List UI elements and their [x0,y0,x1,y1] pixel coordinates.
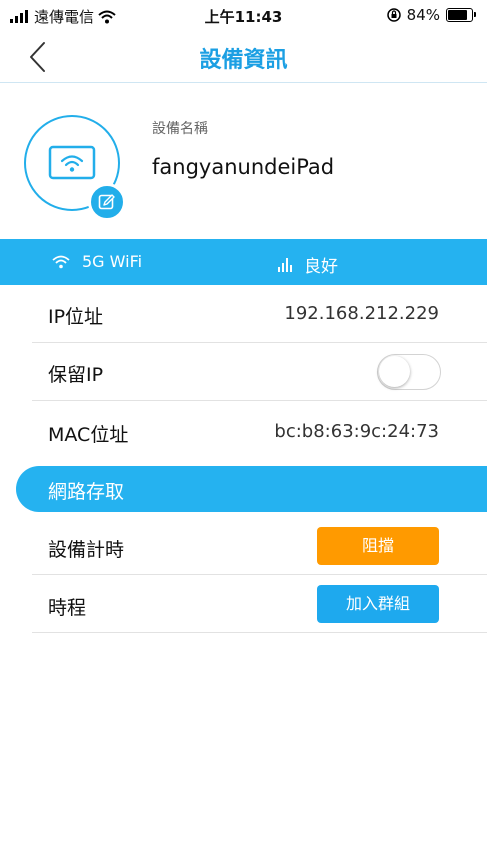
network-access-title: 網路存取 [48,481,125,503]
block-button[interactable]: 阻擋 [317,527,439,565]
ip-label: IP位址 [48,306,104,328]
mac-row: MAC位址 bc:b8:63:9c:24:73 [32,401,487,466]
device-timer-label: 設備計時 [48,539,125,561]
wifi-icon [52,255,70,268]
network-access-header: 網路存取 [16,466,487,512]
battery-fill [448,10,468,20]
signal-quality: 良好 [278,252,338,277]
schedule-row: 時程 加入群組 [32,575,487,633]
tablet-wifi-icon [48,145,96,180]
battery-icon [446,8,476,22]
ip-value: 192.168.212.229 [284,303,439,324]
mac-value: bc:b8:63:9c:24:73 [274,421,439,442]
signal-strength-icon [278,257,292,272]
join-group-button[interactable]: 加入群組 [317,585,439,623]
wifi-band-label: 5G WiFi [82,252,143,271]
toggle-knob [379,356,410,387]
device-timer-row: 設備計時 阻擋 [32,517,487,575]
status-bar: 遠傳電信 上午11:43 84% [0,0,487,30]
orientation-lock-icon [386,8,401,22]
device-name: fangyanundeiPad [152,155,335,179]
edit-icon [98,194,115,210]
reserve-ip-row: 保留IP [32,343,487,401]
wifi-band: 5G WiFi [52,252,142,271]
status-right: 84% [386,6,476,24]
connection-band: 5G WiFi 良好 [0,239,487,285]
mac-label: MAC位址 [48,424,129,446]
reserve-ip-toggle[interactable] [377,354,441,390]
schedule-label: 時程 [48,597,87,619]
edit-name-button[interactable] [88,183,126,221]
battery-percent: 84% [406,6,440,24]
signal-quality-label: 良好 [304,257,338,277]
device-name-label: 設備名稱 [152,121,208,137]
page-title: 設備資訊 [199,48,288,73]
reserve-ip-label: 保留IP [48,364,104,386]
ip-row: IP位址 192.168.212.229 [32,285,487,343]
nav-bar: 設備資訊 [0,32,487,83]
